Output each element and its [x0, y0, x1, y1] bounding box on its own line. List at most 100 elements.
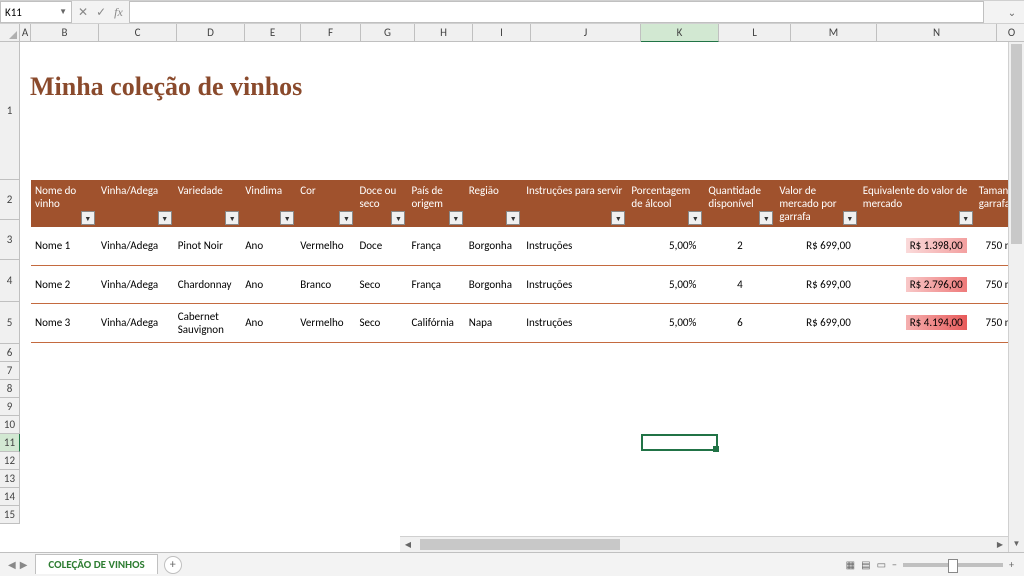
- cell[interactable]: R$ 1.398,00: [859, 227, 975, 265]
- fx-icon[interactable]: fx: [114, 5, 123, 20]
- add-sheet-button[interactable]: +: [164, 556, 182, 574]
- cell[interactable]: Ano: [241, 227, 296, 265]
- scroll-right-icon[interactable]: ▶: [992, 537, 1008, 552]
- filter-button[interactable]: ▼: [391, 211, 405, 225]
- scroll-thumb-v[interactable]: [1011, 44, 1022, 244]
- cell[interactable]: Vinha/Adega: [97, 265, 174, 303]
- column-header[interactable]: B: [31, 24, 99, 42]
- row-header[interactable]: 15: [0, 506, 20, 524]
- column-header[interactable]: K: [641, 24, 719, 42]
- row-header[interactable]: 3: [0, 220, 20, 260]
- column-header[interactable]: D: [177, 24, 245, 42]
- row-header[interactable]: 8: [0, 380, 20, 398]
- column-header[interactable]: E: [245, 24, 301, 42]
- view-layout-icon[interactable]: ▤: [861, 558, 870, 571]
- cell[interactable]: Borgonha: [465, 265, 522, 303]
- cell[interactable]: Instruções: [522, 265, 627, 303]
- row-header[interactable]: 13: [0, 470, 20, 488]
- filter-button[interactable]: ▼: [611, 211, 625, 225]
- zoom-slider[interactable]: [903, 563, 1003, 567]
- cell[interactable]: R$ 699,00: [775, 265, 858, 303]
- row-header[interactable]: 11: [0, 434, 20, 452]
- scroll-left-icon[interactable]: ◀: [400, 537, 416, 552]
- filter-button[interactable]: ▼: [449, 211, 463, 225]
- horizontal-scrollbar[interactable]: ◀ ▶: [400, 536, 1008, 552]
- cell[interactable]: Ano: [241, 265, 296, 303]
- view-pagebreak-icon[interactable]: ▭: [877, 558, 886, 571]
- column-header[interactable]: F: [301, 24, 361, 42]
- cell[interactable]: Nome 3: [31, 303, 97, 342]
- cell[interactable]: 5,00%: [627, 265, 704, 303]
- row-header[interactable]: 14: [0, 488, 20, 506]
- cell[interactable]: Pinot Noir: [174, 227, 241, 265]
- cell[interactable]: Vinha/Adega: [97, 227, 174, 265]
- cell[interactable]: Vermelho: [296, 227, 355, 265]
- column-header[interactable]: N: [877, 24, 997, 42]
- cell[interactable]: França: [407, 227, 464, 265]
- dropdown-icon[interactable]: ▼: [59, 7, 67, 17]
- scroll-down-icon[interactable]: ▼: [1009, 536, 1024, 552]
- cell[interactable]: R$ 699,00: [775, 303, 858, 342]
- cell[interactable]: Cabernet Sauvignon: [174, 303, 241, 342]
- row-header[interactable]: 4: [0, 260, 20, 302]
- column-header[interactable]: L: [719, 24, 791, 42]
- cell[interactable]: R$ 4.194,00: [859, 303, 975, 342]
- zoom-in-button[interactable]: +: [1009, 558, 1014, 571]
- cell[interactable]: França: [407, 265, 464, 303]
- cell[interactable]: Branco: [296, 265, 355, 303]
- column-header[interactable]: O: [997, 24, 1024, 42]
- filter-button[interactable]: ▼: [81, 211, 95, 225]
- formula-input[interactable]: [129, 1, 984, 23]
- cancel-icon[interactable]: ✕: [78, 5, 88, 20]
- filter-button[interactable]: ▼: [280, 211, 294, 225]
- cell[interactable]: Doce: [355, 227, 407, 265]
- cell[interactable]: Nome 1: [31, 227, 97, 265]
- cell[interactable]: R$ 2.796,00: [859, 265, 975, 303]
- cell[interactable]: Seco: [355, 265, 407, 303]
- view-normal-icon[interactable]: ▦: [846, 558, 855, 571]
- column-header[interactable]: I: [473, 24, 531, 42]
- select-all-corner[interactable]: [0, 24, 20, 42]
- cell[interactable]: Napa: [465, 303, 522, 342]
- column-header[interactable]: A: [20, 24, 31, 42]
- row-header[interactable]: 9: [0, 398, 20, 416]
- row-header[interactable]: 6: [0, 344, 20, 362]
- row-header[interactable]: 5: [0, 302, 20, 344]
- row-header[interactable]: 1: [0, 42, 20, 180]
- cell[interactable]: Califórnia: [407, 303, 464, 342]
- filter-button[interactable]: ▼: [688, 211, 702, 225]
- cell[interactable]: Vermelho: [296, 303, 355, 342]
- column-header[interactable]: C: [99, 24, 177, 42]
- filter-button[interactable]: ▼: [843, 211, 857, 225]
- tab-next-icon[interactable]: ▶: [20, 558, 28, 571]
- scroll-thumb-h[interactable]: [420, 539, 620, 550]
- column-header[interactable]: M: [791, 24, 877, 42]
- row-header[interactable]: 10: [0, 416, 20, 434]
- filter-button[interactable]: ▼: [759, 211, 773, 225]
- name-box[interactable]: K11 ▼: [0, 1, 72, 23]
- cell[interactable]: Vinha/Adega: [97, 303, 174, 342]
- cell[interactable]: Chardonnay: [174, 265, 241, 303]
- enter-icon[interactable]: ✓: [96, 5, 106, 20]
- column-header[interactable]: G: [361, 24, 415, 42]
- column-header[interactable]: H: [415, 24, 473, 42]
- filter-button[interactable]: ▼: [158, 211, 172, 225]
- cell[interactable]: Borgonha: [465, 227, 522, 265]
- zoom-out-button[interactable]: −: [892, 558, 897, 571]
- cell[interactable]: Ano: [241, 303, 296, 342]
- filter-button[interactable]: ▼: [225, 211, 239, 225]
- row-header[interactable]: 7: [0, 362, 20, 380]
- row-header[interactable]: 2: [0, 180, 20, 220]
- cell[interactable]: Instruções: [522, 227, 627, 265]
- filter-button[interactable]: ▼: [506, 211, 520, 225]
- cells-area[interactable]: Minha coleção de vinhos Nome do vinho▼Vi…: [20, 42, 1024, 343]
- cell[interactable]: R$ 699,00: [775, 227, 858, 265]
- cell[interactable]: Seco: [355, 303, 407, 342]
- tab-prev-icon[interactable]: ◀: [8, 558, 16, 571]
- row-header[interactable]: 12: [0, 452, 20, 470]
- cell[interactable]: Nome 2: [31, 265, 97, 303]
- cell[interactable]: Instruções: [522, 303, 627, 342]
- cell[interactable]: 4: [704, 265, 775, 303]
- filter-button[interactable]: ▼: [339, 211, 353, 225]
- cell[interactable]: 5,00%: [627, 227, 704, 265]
